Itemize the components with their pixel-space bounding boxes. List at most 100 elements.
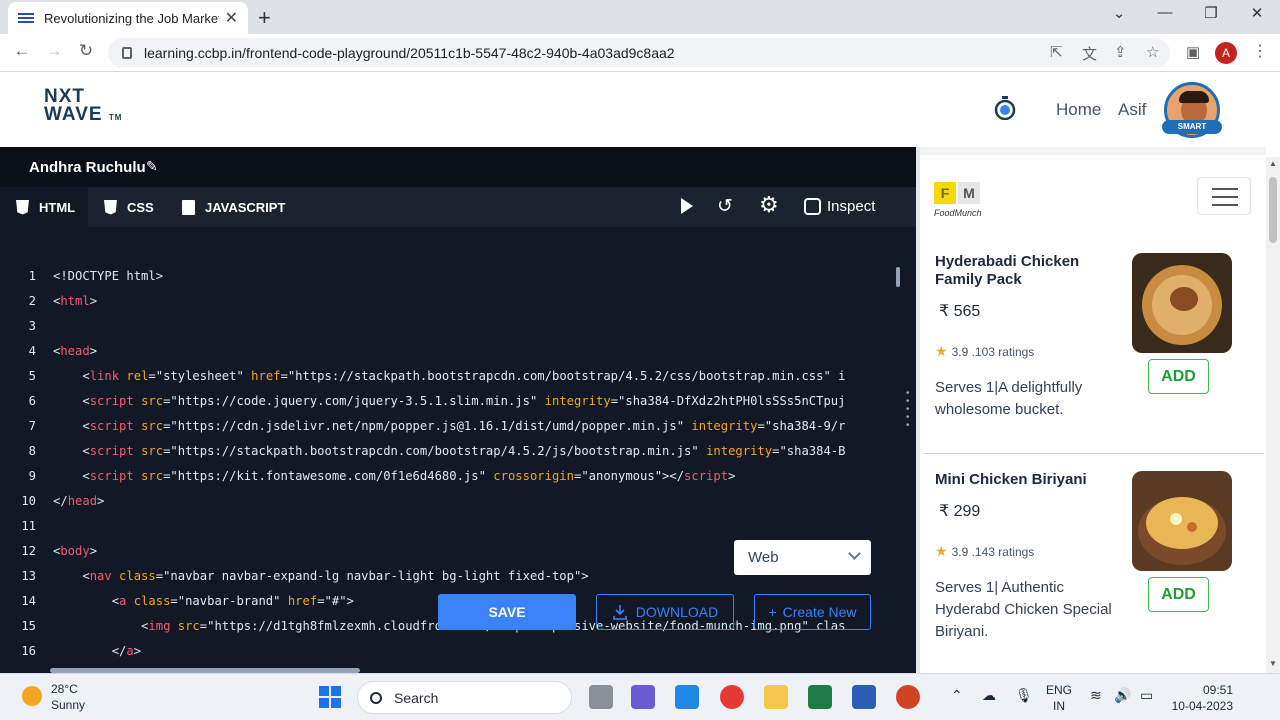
profile-avatar[interactable]: A <box>1215 42 1237 64</box>
side-panel-icon[interactable]: ▣ <box>1186 43 1200 61</box>
taskbar-search[interactable]: Search <box>357 681 572 714</box>
inspect-checkbox[interactable] <box>804 198 821 215</box>
code-line[interactable]: 16 </a> <box>0 644 141 664</box>
code-text: ="sha384-B <box>772 444 846 458</box>
run-icon[interactable] <box>681 198 693 214</box>
reload-icon[interactable]: ↻ <box>74 41 98 61</box>
teams-app-icon[interactable] <box>631 685 655 709</box>
nav-user-link[interactable]: Asif <box>1118 100 1146 120</box>
share-icon[interactable]: ⇪ <box>1114 43 1127 61</box>
minimize-icon[interactable]: — <box>1142 4 1188 21</box>
view-mode-select[interactable]: Web <box>734 540 871 575</box>
language-indicator[interactable]: ENG IN <box>1046 682 1072 714</box>
create-new-button[interactable]: + Create New <box>754 594 871 630</box>
taskbar-search-label: Search <box>394 689 439 706</box>
battery-icon[interactable]: ▭ <box>1140 687 1153 704</box>
tray-chevron-icon[interactable]: ⌃ <box>951 687 963 704</box>
code-line[interactable]: 13 <nav class="navbar navbar-expand-lg n… <box>0 569 588 589</box>
onedrive-icon[interactable]: ☁ <box>982 687 996 704</box>
nxtwave-logo[interactable]: NXT WAVE TM <box>44 87 123 127</box>
sun-icon[interactable] <box>22 686 42 706</box>
smart-badge: SMART <box>1162 120 1222 134</box>
browser-tab[interactable]: Revolutionizing the Job Market | ✕ <box>8 2 248 34</box>
volume-icon[interactable]: 🔊 <box>1114 687 1131 704</box>
translate-icon[interactable]: 文 <box>1082 43 1097 64</box>
open-in-app-icon[interactable]: ⇱ <box>1050 43 1063 61</box>
code-text: < <box>53 569 90 583</box>
reset-icon[interactable]: ↺ <box>717 195 733 218</box>
dish-price: ₹ 299 <box>939 503 981 520</box>
tab-javascript[interactable]: JAVASCRIPT <box>182 187 292 227</box>
stopwatch-icon[interactable] <box>994 96 1016 120</box>
pencil-icon[interactable]: ✎ <box>146 158 158 175</box>
code-line[interactable]: 3 <box>0 319 53 339</box>
add-button[interactable]: ADD <box>1148 359 1209 394</box>
logo-tm: TM <box>108 113 123 122</box>
line-number: 15 <box>21 619 36 633</box>
logo-line2: WAVE <box>44 104 103 125</box>
new-tab-icon[interactable]: + <box>258 5 271 31</box>
folder-app-icon[interactable] <box>764 685 788 709</box>
excel-app-icon[interactable] <box>808 685 832 709</box>
code-line[interactable]: 1 <!DOCTYPE html> <box>0 269 163 289</box>
bookmark-star-icon[interactable]: ☆ <box>1146 43 1159 61</box>
code-line[interactable]: 5 <link rel="stylesheet" href="https://s… <box>0 369 846 389</box>
code-attr: src <box>141 419 164 433</box>
scroll-up-icon[interactable]: ▲ <box>1269 159 1277 168</box>
forward-icon[interactable]: → <box>42 41 66 61</box>
code-tag: script <box>89 419 134 433</box>
code-line[interactable]: 12 <body> <box>0 544 97 564</box>
pane-splitter-handle[interactable]: • • • • • <box>906 389 910 431</box>
weather-temp[interactable]: 28°C <box>51 682 78 696</box>
tab-search-icon[interactable]: ⌄ <box>1096 4 1142 22</box>
nav-home-link[interactable]: Home <box>1056 100 1101 120</box>
code-line[interactable]: 9 <script src="https://kit.fontawesome.c… <box>0 469 736 489</box>
inspect-label: Inspect <box>827 198 876 215</box>
code-tag: script <box>89 394 134 408</box>
code-line[interactable]: 7 <script src="https://cdn.jsdelivr.net/… <box>0 419 846 439</box>
scroll-down-icon[interactable]: ▼ <box>1269 659 1277 668</box>
tab-css[interactable]: CSS <box>104 187 174 227</box>
download-button[interactable]: DOWNLOAD <box>596 594 734 630</box>
settings-gear-icon[interactable]: ⚙ <box>759 192 779 218</box>
code-line[interactable]: 2 <html> <box>0 294 97 314</box>
preview-scrollbar[interactable]: ▲ ▼ <box>1266 157 1280 673</box>
chrome-menu-icon[interactable]: ⋮ <box>1252 41 1268 61</box>
window-close-icon[interactable]: ✕ <box>1234 4 1280 22</box>
code-line[interactable]: 4 <head> <box>0 344 97 364</box>
file-explorer-app-icon[interactable] <box>589 685 613 709</box>
code-tag: script <box>89 444 134 458</box>
tab-html[interactable]: HTML <box>0 187 88 227</box>
code-line[interactable]: 10 </head> <box>0 494 104 514</box>
wifi-icon[interactable]: ≋ <box>1090 687 1102 704</box>
code-tag: nav <box>89 569 112 583</box>
inspect-toggle[interactable]: Inspect <box>804 198 875 215</box>
star-icon: ★ <box>935 343 948 359</box>
address-bar[interactable]: learning.ccbp.in/frontend-code-playgroun… <box>108 38 1170 68</box>
microphone-icon[interactable]: 🎙 <box>1015 687 1033 704</box>
powerpoint-app-icon[interactable] <box>896 685 920 709</box>
back-icon[interactable]: ← <box>10 41 34 61</box>
system-clock[interactable]: 09:51 10-04-2023 <box>1171 682 1233 714</box>
word-app-icon[interactable] <box>852 685 876 709</box>
tab-close-icon[interactable]: ✕ <box>225 8 238 28</box>
hamburger-menu-icon[interactable] <box>1197 177 1251 215</box>
save-button[interactable]: SAVE <box>438 594 576 630</box>
code-line[interactable]: 11 <box>0 519 53 539</box>
tab-title: Revolutionizing the Job Market | <box>44 10 219 26</box>
scroll-thumb[interactable] <box>1269 177 1277 243</box>
chrome-app-icon[interactable] <box>720 685 744 709</box>
restore-icon[interactable]: ❐ <box>1188 4 1234 22</box>
code-tag: link <box>89 369 120 383</box>
vscode-app-icon[interactable] <box>675 685 699 709</box>
code-line[interactable]: 14 <a class="navbar-brand" href="#"> <box>0 594 354 614</box>
add-button[interactable]: ADD <box>1148 577 1209 612</box>
code-attr: src <box>141 444 164 458</box>
code-line[interactable]: 6 <script src="https://code.jquery.com/j… <box>0 394 846 414</box>
browser-toolbar: ← → ↻ learning.ccbp.in/frontend-code-pla… <box>0 34 1280 72</box>
weather-condition[interactable]: Sunny <box>51 698 85 712</box>
vertical-scrollbar[interactable] <box>896 267 900 287</box>
code-line[interactable]: 8 <script src="https://stackpath.bootstr… <box>0 444 846 464</box>
start-button-icon[interactable] <box>319 686 341 708</box>
